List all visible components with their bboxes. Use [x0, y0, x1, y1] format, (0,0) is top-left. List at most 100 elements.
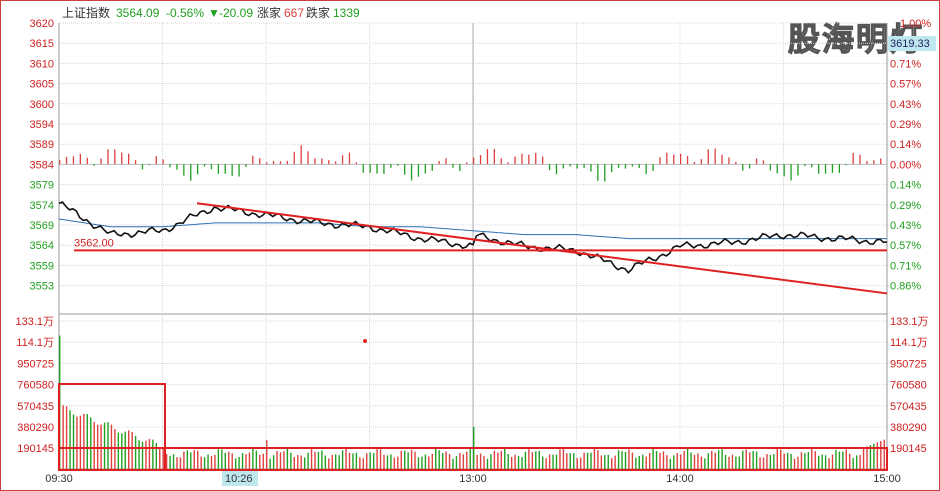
breadth-bar: [542, 156, 544, 165]
volume-bar: [676, 453, 678, 469]
volume-bar: [117, 432, 120, 469]
breadth-bar: [790, 164, 792, 181]
breadth-bar: [452, 164, 454, 168]
volume-bar: [711, 451, 713, 469]
breadth-bar: [762, 160, 765, 165]
volume-bar: [655, 451, 658, 469]
index-price: 3564.09: [116, 6, 160, 20]
breadth-bar: [397, 164, 399, 166]
volume-bar: [103, 422, 106, 469]
pct-tick-label: 0.29%: [890, 119, 921, 131]
volume-bar: [483, 455, 485, 469]
volume-bar: [341, 450, 344, 469]
volume-bar: [697, 453, 699, 469]
volume-tick-label: 190145: [17, 443, 54, 455]
breadth-bar: [128, 153, 130, 165]
breadth-bar: [134, 160, 137, 165]
volume-bar: [686, 447, 689, 469]
volume-bar: [611, 458, 613, 469]
down-label: 跌家: [306, 5, 330, 20]
breadth-bar: [824, 164, 827, 174]
volume-bar: [507, 453, 509, 469]
volume-tick-label: 114.1万: [16, 337, 54, 349]
pct-tick-label: 0.14%: [890, 180, 921, 192]
volume-bar: [479, 453, 482, 469]
volume-tick-label: 190145: [890, 443, 927, 455]
breadth-bar: [314, 158, 316, 165]
price-tick-label: 3610: [30, 58, 54, 70]
down-count: 1339: [333, 6, 360, 20]
volume-bar: [224, 452, 226, 469]
volume-axis-right: 133.1万 114.1万 950725 760580 570435 380290 1901…: [890, 316, 929, 455]
volume-bar: [459, 453, 461, 469]
volume-bar: [424, 454, 427, 469]
volume-bar: [72, 414, 75, 469]
volume-bar: [652, 448, 654, 469]
breadth-bar: [259, 158, 261, 165]
volume-bar: [455, 456, 458, 469]
volume-bar: [838, 451, 841, 469]
volume-bar: [252, 448, 254, 469]
price-axis-left: 3620 3615 3610 3605 3600 3594 3589 3584 3579 3574…: [30, 18, 54, 293]
breadth-bar: [410, 164, 413, 181]
breadth-bar: [390, 164, 392, 168]
volume-bar: [693, 454, 696, 469]
volume-bar: [800, 452, 803, 469]
volume-bar: [552, 454, 554, 469]
breadth-bar: [190, 164, 192, 181]
volume-bar: [490, 454, 492, 469]
volume-bar: [814, 451, 816, 469]
breadth-bar: [500, 158, 502, 165]
volume-bar: [648, 452, 651, 469]
volume-bar: [845, 449, 847, 469]
volume-bar: [397, 456, 399, 469]
volume-bar: [773, 454, 775, 469]
volume-bar: [631, 452, 634, 469]
volume-bar: [524, 451, 527, 469]
breadth-bar: [845, 164, 847, 166]
volume-bar: [197, 450, 199, 469]
volume-bar: [638, 455, 640, 469]
volume-bar: [762, 457, 765, 469]
volume-bar: [134, 436, 137, 469]
volume-bar: [448, 454, 451, 469]
breadth-bar: [486, 149, 489, 165]
breadth-bar: [321, 158, 323, 165]
volume-bar: [269, 458, 271, 469]
volume-bar: [293, 457, 295, 469]
volume-bar: [352, 453, 354, 469]
price-tick-label: 3589: [30, 139, 54, 151]
breadth-bar: [121, 152, 123, 165]
breadth-bar: [555, 164, 558, 175]
volume-bar: [852, 457, 854, 469]
volume-bar: [759, 457, 761, 469]
volume-bar: [690, 452, 692, 469]
breadth-bar: [735, 161, 737, 165]
breadth-bar: [645, 164, 647, 175]
breadth-bar: [590, 164, 592, 172]
volume-bar: [107, 422, 109, 469]
breadth-bar: [328, 160, 330, 165]
volume-bar: [255, 450, 258, 469]
breadth-bar: [804, 164, 806, 167]
volume-bar: [607, 454, 609, 469]
volume-bar: [635, 457, 637, 469]
volume-bar: [314, 451, 316, 469]
volume-bar: [769, 455, 772, 469]
volume-bar: [400, 450, 402, 469]
volume-bar: [621, 451, 623, 469]
volume-bar: [217, 449, 220, 469]
volume-bar: [531, 452, 534, 469]
breadth-bar: [238, 164, 240, 177]
breadth-bar: [217, 164, 219, 174]
volume-bar: [76, 416, 78, 469]
volume-bar: [359, 457, 361, 469]
breadth-bar: [624, 164, 627, 169]
volume-bar: [369, 452, 371, 469]
change-pct: -0.56%: [166, 6, 204, 20]
price-tick-label: 3600: [30, 99, 54, 111]
breadth-bar: [521, 153, 523, 165]
volume-bar: [683, 450, 685, 469]
volume-bar: [303, 457, 306, 469]
up-label: 涨家: [257, 5, 281, 20]
